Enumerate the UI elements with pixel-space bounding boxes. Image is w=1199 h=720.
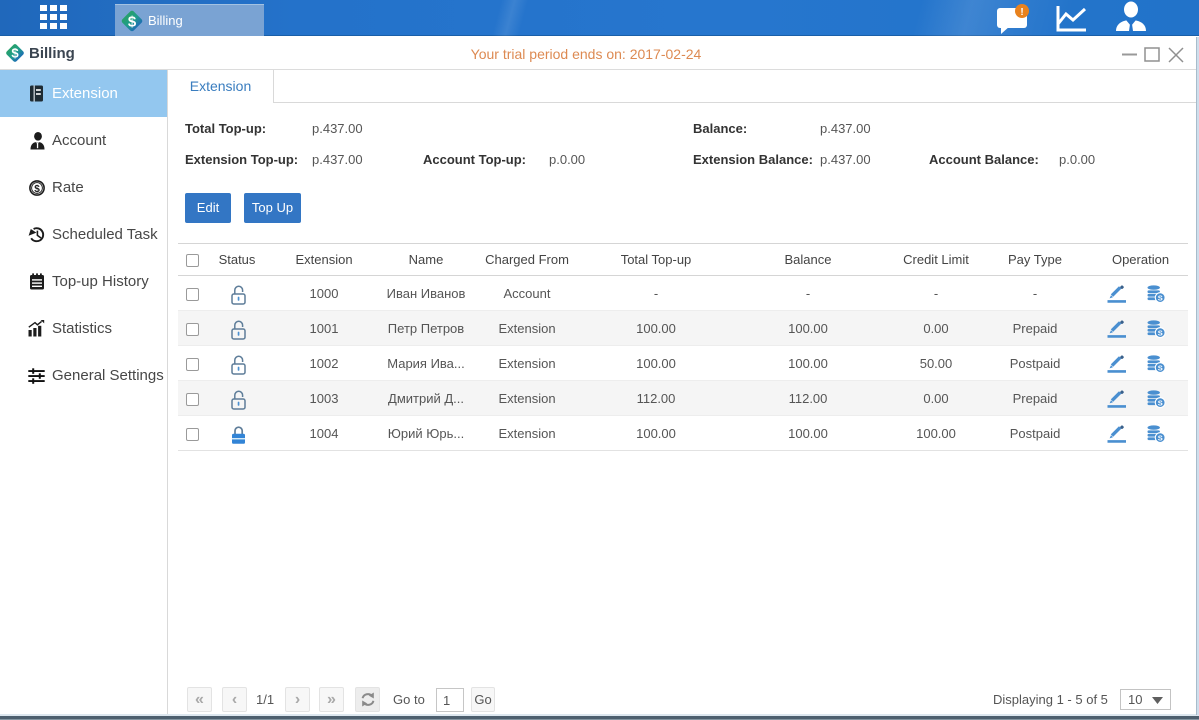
svg-text:S: S <box>1157 328 1162 337</box>
svg-text:$: $ <box>11 46 19 61</box>
svg-text:S: S <box>1157 363 1162 372</box>
svg-text:S: S <box>1157 398 1162 407</box>
svg-text:S: S <box>1157 433 1162 442</box>
svg-text:$: $ <box>34 183 40 194</box>
svg-text:$: $ <box>128 13 137 30</box>
svg-text:!: ! <box>1020 7 1023 18</box>
svg-text:S: S <box>1157 293 1162 302</box>
